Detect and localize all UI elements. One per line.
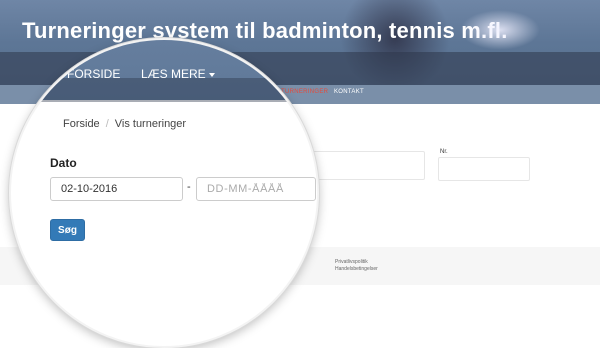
lens-nav-bar: [11, 78, 317, 102]
date-label: Dato: [50, 156, 77, 170]
nr-field[interactable]: [438, 157, 530, 181]
nav-item-laes-mere[interactable]: LÆS MERE: [141, 67, 215, 81]
breadcrumb-separator: /: [105, 118, 109, 130]
footer-link-privacy[interactable]: Privatlivspolitik: [335, 259, 368, 265]
search-field-right[interactable]: [305, 151, 425, 180]
nr-label: Nr.: [440, 149, 448, 155]
subnav-item-kontakt[interactable]: KONTAKT: [334, 89, 364, 95]
footer-link-terms[interactable]: Handelsbetingelser: [335, 266, 378, 272]
nav-item-forside[interactable]: FORSIDE: [67, 67, 120, 81]
date-from-input[interactable]: [50, 177, 183, 201]
magnifier-lens: FORSIDE LÆS MERE Forside / Vis turneringer…: [9, 38, 319, 348]
breadcrumb-current: Vis turneringer: [114, 118, 187, 130]
date-range-separator: -: [187, 181, 191, 193]
search-button[interactable]: Søg: [50, 219, 85, 241]
breadcrumb: Forside / Vis turneringer: [63, 118, 186, 130]
chevron-down-icon: [208, 72, 215, 77]
breadcrumb-home[interactable]: Forside: [63, 118, 100, 130]
date-to-input[interactable]: [196, 177, 316, 201]
